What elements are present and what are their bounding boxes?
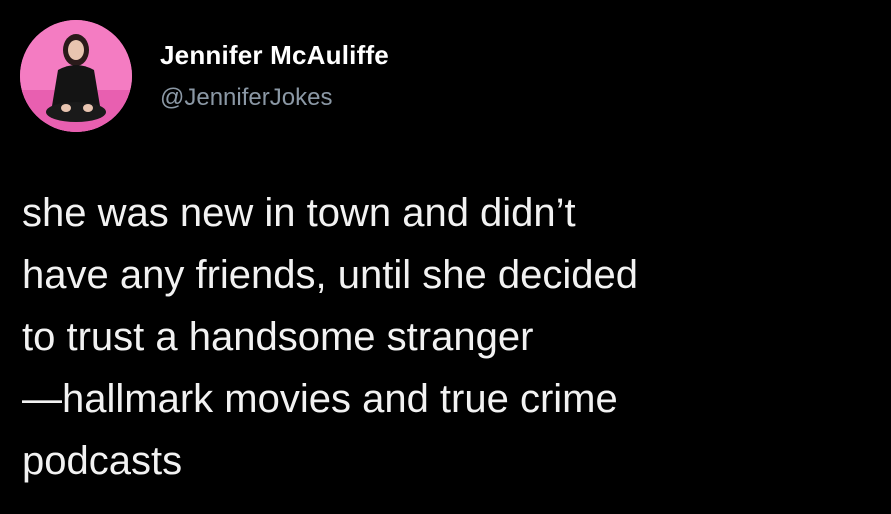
tweet-text-line: she was new in town and didn’t — [22, 191, 576, 235]
tweet-card: Jennifer McAuliffe @JenniferJokes she wa… — [0, 0, 891, 514]
tweet-text: she was new in town and didn’t have any … — [22, 182, 872, 492]
profile-photo-icon — [20, 20, 132, 132]
author-handle[interactable]: @JenniferJokes — [160, 84, 332, 112]
avatar[interactable] — [20, 20, 132, 132]
tweet-text-line: have any friends, until she decided — [22, 253, 638, 297]
tweet-text-line: —hallmark movies and true crime — [22, 377, 618, 421]
author-display-name[interactable]: Jennifer McAuliffe — [160, 40, 389, 71]
tweet-text-line: podcasts — [22, 439, 183, 483]
tweet-text-line: to trust a handsome stranger — [22, 315, 534, 359]
